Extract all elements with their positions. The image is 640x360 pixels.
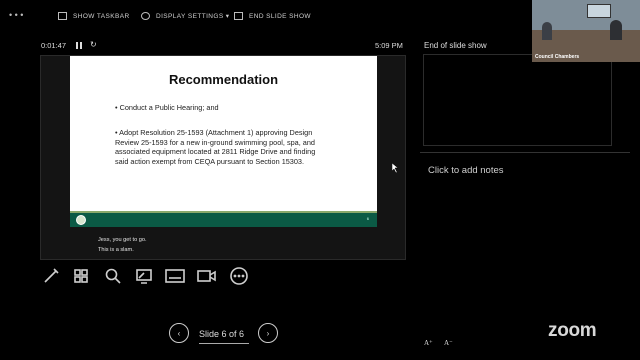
city-seal-icon [76, 215, 86, 225]
slide-counter-underline [199, 343, 249, 344]
pointer-screen-icon[interactable] [133, 265, 155, 287]
caption-line-2: This is a slam. [98, 247, 134, 253]
notes-area[interactable]: Click to add notes [428, 165, 504, 176]
mouse-cursor-icon [391, 160, 399, 178]
slide-title: Recommendation [168, 72, 279, 87]
grid-icon[interactable] [70, 265, 92, 287]
video-thumbnail[interactable]: Council Chambers [532, 0, 640, 62]
notes-divider [420, 152, 630, 153]
show-taskbar-button[interactable]: SHOW TASKBAR [58, 10, 130, 22]
show-taskbar-label: SHOW TASKBAR [73, 12, 130, 20]
pause-icon[interactable] [76, 42, 82, 49]
video-person [542, 22, 552, 40]
increase-font-button[interactable]: A⁺ [424, 339, 433, 347]
slide-footer-number: 6 [366, 216, 369, 221]
more-dots-icon[interactable]: • • • [9, 10, 23, 20]
magnifier-icon[interactable] [102, 265, 124, 287]
video-person [610, 20, 622, 40]
slide-bullet-2: • Adopt Resolution 25-1593 (Attachment 1… [115, 128, 316, 166]
display-settings-icon [141, 12, 150, 20]
next-slide-label: End of slide show [424, 41, 487, 50]
current-slide[interactable]: Recommendation • Conduct a Public Hearin… [70, 56, 377, 227]
caption-line-1: Jess, you get to go. [98, 237, 147, 243]
decrease-font-button[interactable]: A⁻ [444, 339, 453, 347]
end-show-icon [234, 12, 243, 20]
next-slide-icon: › [266, 328, 270, 338]
slide-counter: Slide 6 of 6 [199, 329, 245, 339]
slide-footer: 6 [70, 213, 377, 227]
pen-icon[interactable] [40, 265, 62, 287]
video-wall-screen [587, 4, 611, 18]
subtitles-icon[interactable] [164, 265, 186, 287]
end-slide-show-label: END SLIDE SHOW [249, 12, 311, 20]
previous-slide-icon: ‹ [177, 328, 181, 338]
next-slide-preview[interactable] [423, 54, 612, 146]
slide-bullet-1: • Conduct a Public Hearing; and [115, 103, 219, 112]
display-settings-label: DISPLAY SETTINGS ▾ [156, 13, 230, 20]
more-options-icon[interactable] [228, 265, 250, 287]
taskbar-icon [58, 12, 67, 20]
video-label: Council Chambers [535, 54, 580, 60]
end-slide-show-button[interactable]: END SLIDE SHOW [234, 10, 311, 22]
reset-timer-icon[interactable]: ↻ [90, 40, 97, 49]
display-settings-button[interactable]: DISPLAY SETTINGS ▾ [141, 10, 229, 22]
zoom-logo: zoom [548, 320, 597, 341]
previous-slide-button[interactable]: ‹ [169, 323, 189, 343]
elapsed-timer: 0:01:47 [41, 41, 67, 50]
next-slide-button[interactable]: › [258, 323, 278, 343]
clock: 5:09 PM [375, 41, 403, 50]
camera-icon[interactable] [196, 265, 218, 287]
